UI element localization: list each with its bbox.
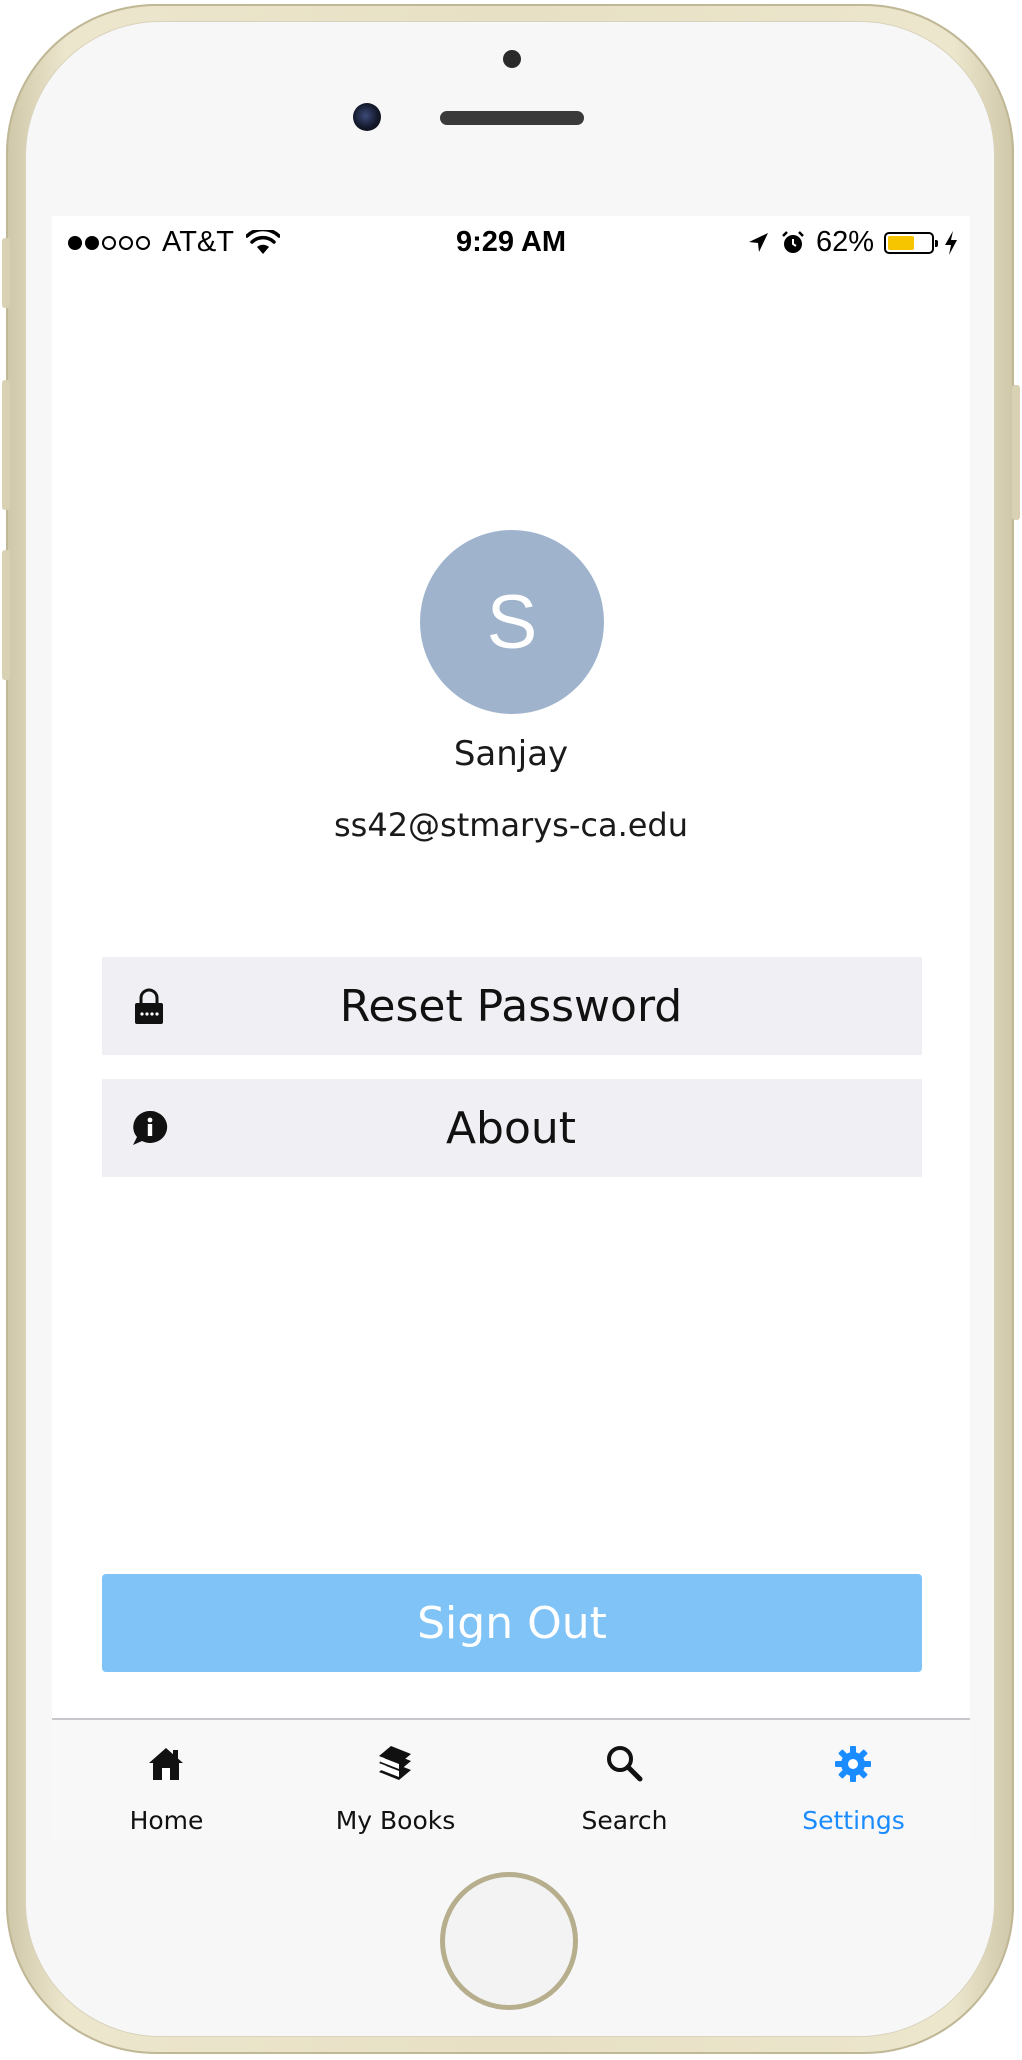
- gear-icon: [835, 1746, 871, 1782]
- home-icon: [149, 1748, 183, 1780]
- earpiece-speaker: [440, 111, 584, 125]
- tab-home[interactable]: Home: [52, 1720, 281, 1840]
- user-email: ss42@stmarys-ca.edu: [333, 806, 689, 844]
- tab-settings-label: Settings: [802, 1806, 905, 1835]
- reset-password-button[interactable]: Reset Password: [102, 957, 922, 1055]
- about-button[interactable]: About: [102, 1079, 922, 1177]
- volume-down-button: [2, 550, 10, 680]
- reset-password-label: Reset Password: [339, 980, 683, 1032]
- avatar: S: [420, 530, 604, 714]
- books-icon: [379, 1746, 411, 1780]
- tab-bar: Home My Books Search Settings: [52, 1718, 970, 1840]
- tab-my-books[interactable]: My Books: [281, 1720, 510, 1840]
- tab-settings[interactable]: Settings: [739, 1720, 968, 1840]
- screen: AT&T 9:29 AM 62% S Sanjay ss42@stmarys-c…: [52, 216, 970, 1840]
- proximity-sensor: [503, 50, 521, 68]
- battery-percent: 62%: [815, 226, 874, 258]
- about-label: About: [445, 1102, 577, 1154]
- ringer-switch: [2, 238, 10, 308]
- home-button[interactable]: [440, 1872, 578, 2010]
- charging-bolt-icon: [945, 230, 957, 255]
- location-arrow-icon: [748, 232, 768, 252]
- volume-up-button: [2, 380, 10, 510]
- search-icon: [607, 1746, 643, 1782]
- power-button: [1012, 385, 1020, 520]
- front-camera: [353, 103, 381, 131]
- sign-out-button[interactable]: Sign Out: [102, 1574, 922, 1672]
- tab-home-label: Home: [129, 1806, 204, 1835]
- alarm-icon: [782, 230, 804, 253]
- battery-icon: [884, 231, 938, 254]
- status-bar: AT&T 9:29 AM 62%: [52, 216, 970, 268]
- tab-my-books-label: My Books: [335, 1806, 456, 1835]
- user-name: Sanjay: [453, 734, 569, 774]
- tab-search-label: Search: [581, 1806, 668, 1835]
- tab-search[interactable]: Search: [510, 1720, 739, 1840]
